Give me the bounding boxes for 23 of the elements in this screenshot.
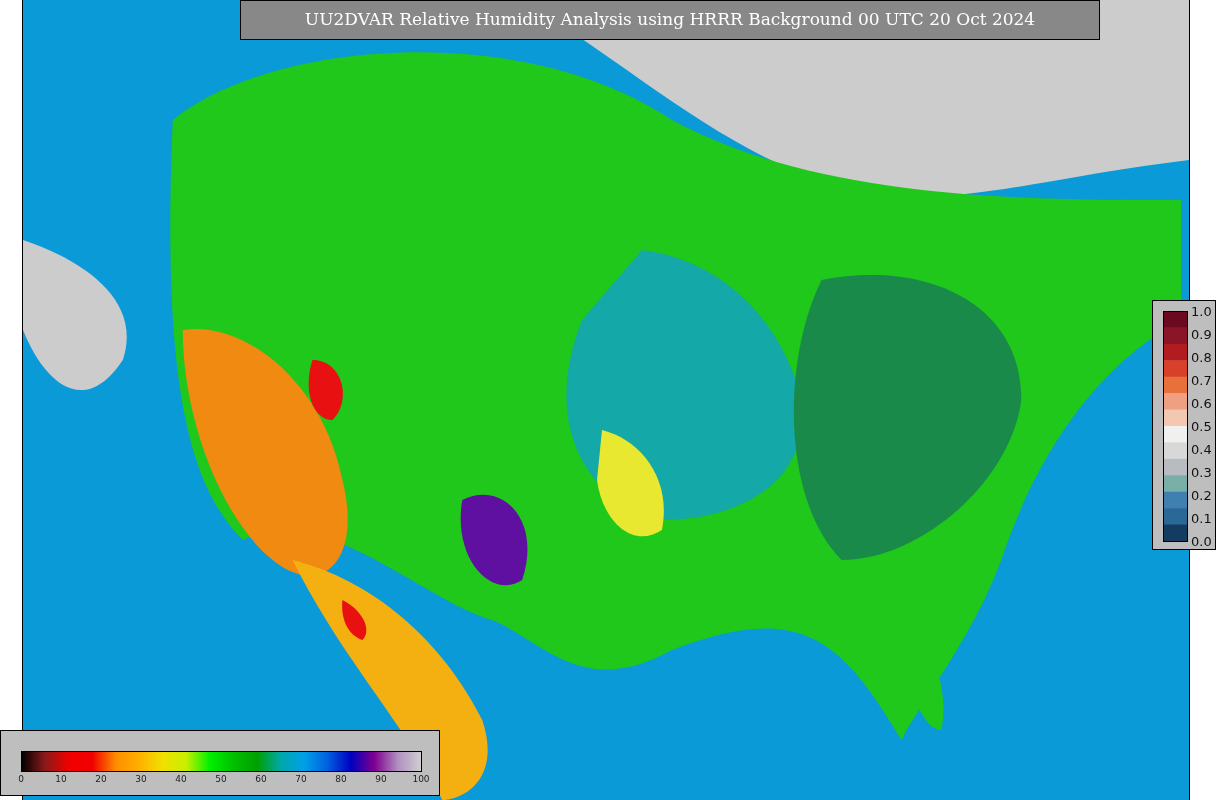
colorbar-tick-label: 0.8	[1191, 350, 1212, 364]
colorbar-tick-label: 70	[295, 775, 307, 784]
colorbar-tick-label: 10	[55, 775, 67, 784]
colorbar-tick-label: 0.9	[1191, 327, 1212, 341]
colorbar-tick-label: 60	[255, 775, 267, 784]
colorbar-tick-label: 0.0	[1191, 534, 1212, 548]
colorbar-tick-label: 0.1	[1191, 511, 1212, 525]
colorbar-tick-label: 0.7	[1191, 373, 1212, 387]
colorbar-tick-label: 0.3	[1191, 465, 1212, 479]
colorbar-tick-label: 0	[18, 775, 24, 784]
colorbar-tick-label: 100	[412, 775, 430, 784]
colorbar-tick-label: 90	[375, 775, 387, 784]
colorbar-tick-label: 0.2	[1191, 488, 1212, 502]
colorbar-tick-label: 20	[95, 775, 107, 784]
colorbar-tick-label: 30	[135, 775, 147, 784]
colorbar-tick-label: 50	[215, 775, 227, 784]
colorbar-tick-label: 40	[175, 775, 187, 784]
colorbar-tick-label: 0.6	[1191, 396, 1212, 410]
map-title: UU2DVAR Relative Humidity Analysis using HRRR Background 00 UTC 20 Oct 2024	[240, 0, 1100, 40]
colorbar-tick-label: 80	[335, 775, 347, 784]
colorbar-tick-label: 0.5	[1191, 419, 1212, 433]
colorbar-tick-label: 1.0	[1191, 304, 1212, 318]
colorbar-tick-label: 0.4	[1191, 442, 1212, 456]
